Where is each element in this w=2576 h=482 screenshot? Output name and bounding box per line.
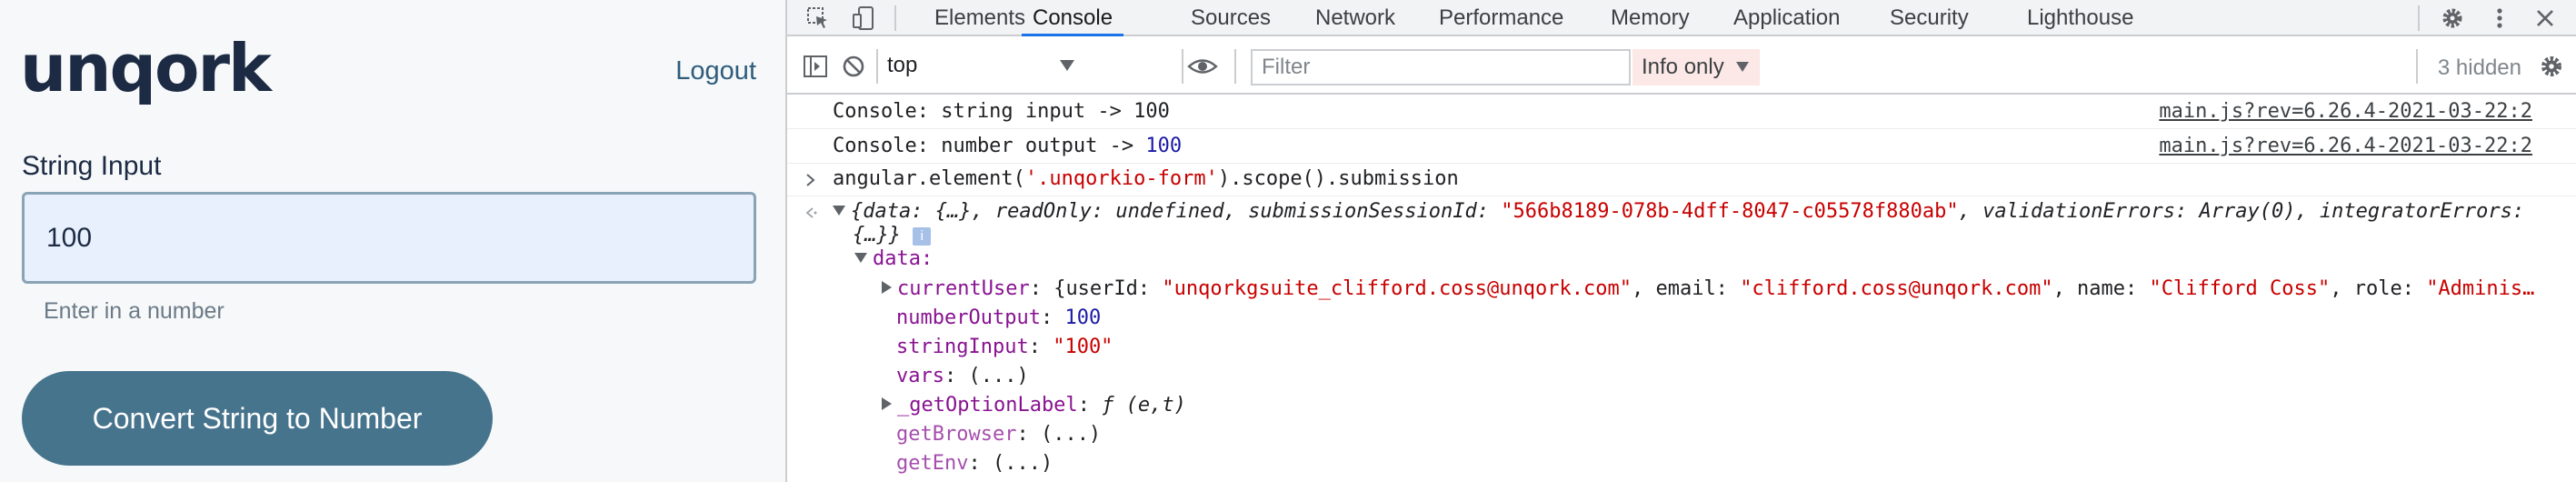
chevron-down-icon <box>1736 62 1749 72</box>
console-toolbar: top Info only 3 hidden <box>787 38 2576 95</box>
convert-button[interactable]: Convert String to Number <box>22 371 493 466</box>
tree-item-current-user[interactable]: currentUser: {userId: "unqorkgsuite_clif… <box>882 277 2576 300</box>
close-devtools-icon[interactable] <box>2532 5 2558 31</box>
tree-item-vars[interactable]: vars: (...) <box>896 365 2576 387</box>
console-output: Console: string input -> 100 main.js?rev… <box>787 95 2576 482</box>
string-input[interactable] <box>22 192 756 284</box>
tab-memory[interactable]: Memory <box>1611 0 1690 36</box>
tree-item-get-option-label[interactable]: _getOptionLabel: ƒ (e,t) <box>882 394 2576 417</box>
toolbar-separator <box>1182 49 1183 84</box>
expand-down-triangle-icon[interactable] <box>833 206 845 216</box>
live-expression-eye-icon[interactable] <box>1185 53 1220 80</box>
info-icon[interactable]: i <box>913 227 932 246</box>
more-options-icon[interactable] <box>2487 5 2512 31</box>
tab-network[interactable]: Network <box>1315 0 1395 36</box>
tab-performance[interactable]: Performance <box>1439 0 1563 36</box>
device-toolbar-icon[interactable] <box>851 5 876 31</box>
tabbar-separator <box>2418 5 2420 31</box>
result-object-summary-cont: {…}} i <box>853 224 2576 246</box>
logout-link[interactable]: Logout <box>675 56 756 86</box>
tree-item-data[interactable]: data: <box>854 247 2576 270</box>
tab-lighthouse[interactable]: Lighthouse <box>2027 0 2133 36</box>
clear-console-icon[interactable] <box>840 53 867 80</box>
tab-sources[interactable]: Sources <box>1191 0 1271 36</box>
app-panel: unqork Logout String Input Enter in a nu… <box>0 0 785 482</box>
log-levels-dropdown[interactable]: Info only <box>1632 49 1760 85</box>
expand-right-triangle-icon[interactable] <box>882 281 892 294</box>
log-message: Console: string input -> 100 <box>833 100 1170 123</box>
console-command-row: angular.element('.unqorkio-form').scope(… <box>787 164 2576 196</box>
hidden-messages-count: 3 hidden <box>2437 55 2521 80</box>
inspect-element-icon[interactable] <box>805 5 831 31</box>
tab-security[interactable]: Security <box>1890 0 1969 36</box>
context-value: top <box>887 53 918 77</box>
console-filter-input[interactable] <box>1251 49 1631 85</box>
unqork-logo: unqork <box>20 30 272 106</box>
settings-gear-icon[interactable] <box>2440 5 2465 31</box>
chevron-down-icon <box>1060 60 1074 71</box>
console-log-row: Console: number output -> 100 main.js?re… <box>787 129 2576 164</box>
log-message: Console: number output -> 100 <box>833 135 1183 157</box>
result-return-arrow-icon <box>805 207 817 218</box>
expand-right-triangle-icon[interactable] <box>882 397 892 410</box>
devtools-tabbar: Elements Console Sources Network Perform… <box>787 0 2576 36</box>
tree-item-get-browser[interactable]: getBrowser: (...) <box>896 423 2576 446</box>
console-log-row: Console: string input -> 100 main.js?rev… <box>787 95 2576 129</box>
log-source-link[interactable]: main.js?rev=6.26.4-2021-03-22:2 <box>2159 100 2532 123</box>
expand-down-triangle-icon[interactable] <box>854 253 867 263</box>
tree-item-get-env[interactable]: getEnv: (...) <box>896 452 2576 475</box>
tab-console[interactable]: Console <box>1022 0 1124 36</box>
devtools-panel: Elements Console Sources Network Perform… <box>785 0 2576 482</box>
tree-item-number-output: numberOutput: 100 <box>896 306 1102 329</box>
result-object-summary[interactable]: {data: {…}, readOnly: undefined, submiss… <box>833 200 2576 223</box>
tabbar-separator <box>894 5 896 31</box>
command-text: angular.element('.unqorkio-form').scope(… <box>833 167 1459 190</box>
string-input-label: String Input <box>22 151 162 181</box>
toolbar-separator <box>1234 49 1236 84</box>
tab-elements[interactable]: Elements <box>934 0 1025 36</box>
tree-item-string-input: stringInput: "100" <box>896 336 1113 358</box>
command-prompt-chevron-icon <box>806 174 815 186</box>
log-source-link[interactable]: main.js?rev=6.26.4-2021-03-22:2 <box>2159 135 2532 157</box>
string-input-hint: Enter in a number <box>44 298 225 324</box>
sidebar-toggle-icon[interactable] <box>802 53 829 80</box>
log-levels-label: Info only <box>1642 55 1724 79</box>
context-select[interactable]: top <box>887 51 1078 82</box>
toolbar-separator <box>2416 49 2418 84</box>
console-settings-gear-icon[interactable] <box>2538 53 2565 80</box>
toolbar-separator <box>876 49 878 84</box>
tab-application[interactable]: Application <box>1733 0 1840 36</box>
